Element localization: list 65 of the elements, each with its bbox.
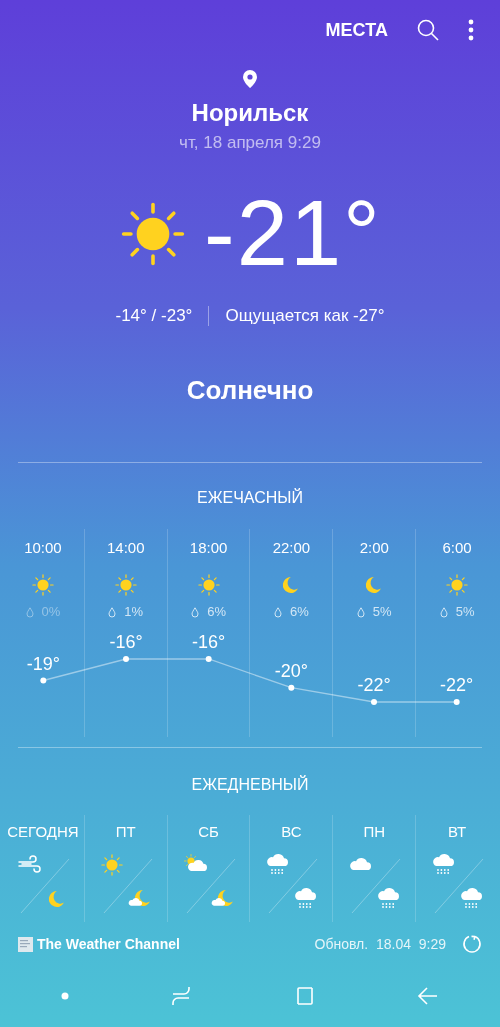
temperature-label: -19° <box>26 653 60 674</box>
provider-name: The Weather Channel <box>37 934 180 954</box>
hour-time: 14:00 <box>106 538 145 558</box>
hour-time: 6:00 <box>442 538 472 558</box>
recent-apps-icon[interactable] <box>170 984 193 1007</box>
hour-time: 22:00 <box>272 538 311 558</box>
day-name: СЕГОДНЯ <box>7 822 79 842</box>
date-time: чт, 18 апреля 9:29 <box>179 132 321 154</box>
sun-icon <box>113 573 138 597</box>
hour-time: 18:00 <box>189 538 228 558</box>
chart-point <box>453 699 460 705</box>
day-name: СБ <box>198 822 219 842</box>
sun-icon <box>445 573 470 597</box>
search-icon[interactable] <box>416 18 440 42</box>
temperature-label: -22° <box>440 675 474 695</box>
raindrop-icon <box>274 606 282 618</box>
current-temperature: -21° <box>204 186 382 281</box>
sun-icon <box>99 853 124 877</box>
chart-point <box>123 656 129 662</box>
snow-cloud-icon <box>293 887 318 911</box>
temperature-label: -16° <box>192 632 226 652</box>
raindrop-icon <box>108 606 117 618</box>
section-title: ЕЖЕЧАСНЫЙ <box>196 487 304 508</box>
provider-logo-icon <box>18 936 33 952</box>
day-name: ВТ <box>447 822 467 842</box>
hour-time: 2:00 <box>359 538 389 558</box>
chart-point <box>288 684 295 691</box>
day-name: ПН <box>363 822 386 842</box>
precipitation-chance: 5% <box>372 603 392 621</box>
location-pin-icon <box>243 70 257 88</box>
raindrop-icon <box>439 606 448 618</box>
raindrop-icon <box>356 606 365 618</box>
back-icon[interactable] <box>417 984 440 1007</box>
precipitation-chance: 5% <box>455 603 475 621</box>
section-title: ЕЖЕДНЕВНЫЙ <box>190 774 310 795</box>
temperature-label: -22° <box>357 675 391 695</box>
raindrop-icon <box>191 606 200 618</box>
snow-cloud-icon <box>459 887 484 911</box>
chart-point <box>205 656 212 662</box>
precipitation-chance: 1% <box>124 603 144 621</box>
sun-icon <box>196 573 221 597</box>
raindrop-icon <box>25 606 34 618</box>
snow-cloud-icon <box>376 887 401 911</box>
temperature-label: -20° <box>274 660 308 681</box>
places-button[interactable]: МЕСТА <box>325 16 388 44</box>
temperature-label: -16° <box>109 632 143 652</box>
precipitation-chance: 0% <box>41 603 61 621</box>
chart-point <box>40 677 47 684</box>
updated-time: Обновл. 18.04 9:29 <box>314 934 446 954</box>
high-low-temperature: -14° / -23° <box>115 305 193 327</box>
day-name: ПТ <box>115 822 136 842</box>
more-options-icon[interactable] <box>468 19 474 41</box>
chart-point <box>371 699 377 705</box>
dot-icon[interactable] <box>60 991 69 1000</box>
city-name: Норильск <box>191 98 309 128</box>
weather-condition: Солнечно <box>186 374 314 406</box>
snow-cloud-icon <box>431 853 456 877</box>
hour-time: 10:00 <box>24 538 62 558</box>
refresh-icon[interactable] <box>462 934 482 954</box>
precipitation-chance: 6% <box>207 603 226 621</box>
day-name: ВС <box>281 822 302 842</box>
feels-like-temperature: Ощущается как -27° <box>225 305 385 327</box>
precipitation-chance: 6% <box>290 603 309 621</box>
sun-icon <box>30 573 55 597</box>
snow-cloud-icon <box>265 853 290 877</box>
